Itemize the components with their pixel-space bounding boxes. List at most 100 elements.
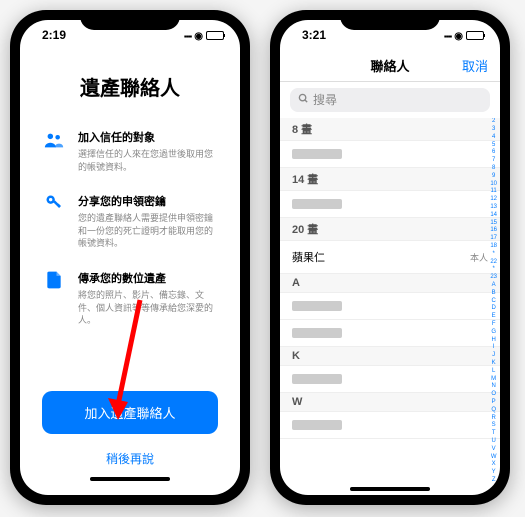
index-letter[interactable]: W — [490, 454, 497, 462]
index-letter[interactable]: F — [490, 321, 497, 329]
index-letter[interactable]: 22 — [490, 259, 497, 267]
status-icons — [184, 28, 224, 42]
feature-item: 分享您的申領密鑰 您的遺產聯絡人需要提供申領密鑰和一份您的死亡證明才能取用您的帳… — [42, 193, 218, 250]
index-letter[interactable]: R — [490, 415, 497, 423]
index-letter[interactable]: I — [490, 344, 497, 352]
content: 遺產聯絡人 加入信任的對象 選擇信任的人來在您過世後取用您的帳號資料。 — [20, 50, 240, 495]
section-header: W — [280, 393, 500, 412]
cancel-button[interactable]: 取消 — [462, 56, 488, 75]
feature-desc: 您的遺產聯絡人需要提供申領密鑰和一份您的死亡證明才能取用您的帳號資料。 — [78, 212, 218, 250]
index-letter[interactable]: 6 — [490, 149, 497, 157]
index-letter[interactable]: M — [490, 376, 497, 384]
index-letter[interactable]: 11 — [490, 188, 497, 196]
index-letter[interactable]: 7 — [490, 157, 497, 165]
contact-row[interactable] — [280, 320, 500, 347]
index-letter[interactable]: 14 — [490, 212, 497, 220]
contact-row[interactable] — [280, 293, 500, 320]
notch — [340, 10, 440, 30]
index-letter[interactable]: P — [490, 399, 497, 407]
contact-row[interactable] — [280, 141, 500, 168]
index-letter[interactable]: B — [490, 290, 497, 298]
phone-left: 2:19 遺產聯絡人 加入信任的對象 選擇信任的人來在您過世後取用您的帳號資料。 — [10, 10, 250, 505]
index-letter[interactable]: Y — [490, 469, 497, 477]
index-letter[interactable]: Q — [490, 407, 497, 415]
index-letter[interactable]: 10 — [490, 181, 497, 189]
contact-row[interactable]: 蘋果仁 本人 — [280, 241, 500, 274]
index-letter[interactable]: N — [490, 383, 497, 391]
index-letter[interactable]: 16 — [490, 227, 497, 235]
page-title: 遺產聯絡人 — [42, 72, 218, 101]
contact-name-redacted — [292, 420, 342, 430]
index-letter[interactable]: Z — [490, 477, 497, 485]
index-letter[interactable]: O — [490, 391, 497, 399]
index-letter[interactable]: X — [490, 461, 497, 469]
contact-name-redacted — [292, 301, 342, 311]
index-letter[interactable]: 17 — [490, 235, 497, 243]
nav-bar: 聯絡人 取消 — [280, 50, 500, 82]
contact-list[interactable]: 8 畫14 畫20 畫蘋果仁本人AKW 12345678910111213141… — [280, 118, 500, 485]
later-button[interactable]: 稍後再說 — [42, 442, 218, 475]
section-header: K — [280, 347, 500, 366]
battery-icon — [206, 31, 224, 40]
home-indicator — [350, 487, 430, 491]
search-input[interactable] — [313, 93, 482, 107]
index-letter[interactable]: C — [490, 298, 497, 306]
contact-row[interactable] — [280, 191, 500, 218]
status-time: 3:21 — [296, 28, 326, 42]
index-letter[interactable]: 4 — [490, 134, 497, 142]
index-letter[interactable]: 2 — [490, 118, 497, 126]
add-legacy-contact-button[interactable]: 加入遺產聯絡人 — [42, 391, 218, 434]
home-indicator — [90, 477, 170, 481]
index-letter[interactable]: J — [490, 352, 497, 360]
contact-row[interactable] — [280, 366, 500, 393]
phone-right: 3:21 聯絡人 取消 8 畫 14 畫 20 畫蘋果仁 本人 A K W 12 345678… — [270, 10, 510, 505]
index-letter[interactable]: V — [490, 446, 497, 454]
signal-icon — [184, 28, 191, 42]
index-letter[interactable]: S — [490, 422, 497, 430]
contact-name-text: 蘋果仁 — [292, 249, 325, 265]
contact-sections: 8 畫 14 畫 20 畫蘋果仁 本人 A K W — [280, 118, 500, 439]
index-letter[interactable]: K — [490, 360, 497, 368]
nav-title: 聯絡人 — [370, 56, 409, 75]
index-letter[interactable]: E — [490, 313, 497, 321]
index-letter[interactable]: D — [490, 305, 497, 313]
index-letter[interactable]: G — [490, 329, 497, 337]
wifi-icon — [454, 28, 463, 42]
index-letter[interactable]: 3 — [490, 126, 497, 134]
index-bar[interactable]: 123456789101112131415161718*22*23 ABCDEF… — [488, 118, 499, 485]
contact-row[interactable] — [280, 412, 500, 439]
index-letter[interactable]: A — [490, 282, 497, 290]
index-letter[interactable]: * — [490, 251, 497, 259]
section-header: A — [280, 274, 500, 293]
index-letter[interactable]: L — [490, 368, 497, 376]
index-letter[interactable]: H — [490, 337, 497, 345]
contact-name-redacted — [292, 199, 342, 209]
search-bar[interactable] — [290, 88, 490, 112]
index-letter[interactable]: 23 — [490, 274, 497, 282]
index-letter[interactable]: * — [490, 266, 497, 274]
index-letter[interactable]: 9 — [490, 173, 497, 181]
index-letter[interactable]: 5 — [490, 142, 497, 150]
contact-name-redacted — [292, 149, 342, 159]
contact-tag: 本人 — [470, 251, 488, 264]
feature-title: 分享您的申領密鑰 — [78, 193, 218, 209]
index-letter[interactable]: T — [490, 430, 497, 438]
section-header: 20 畫 — [280, 218, 500, 241]
section-header: 8 畫 — [280, 118, 500, 141]
index-letter[interactable]: 15 — [490, 220, 497, 228]
wifi-icon — [194, 28, 203, 42]
index-letter[interactable]: 13 — [490, 204, 497, 212]
feature-item: 傳承您的數位遺產 將您的照片、影片、備忘錄、文件、個人資訊等等傳承給您深愛的人。 — [42, 270, 218, 327]
index-letter[interactable]: 8 — [490, 165, 497, 173]
index-letter[interactable]: 18 — [490, 243, 497, 251]
search-icon — [298, 93, 309, 107]
feature-desc: 將您的照片、影片、備忘錄、文件、個人資訊等等傳承給您深愛的人。 — [78, 289, 218, 327]
index-letter[interactable]: 12 — [490, 196, 497, 204]
index-letter[interactable]: U — [490, 438, 497, 446]
contact-name-redacted — [292, 374, 342, 384]
section-header: 14 畫 — [280, 168, 500, 191]
screen-right: 3:21 聯絡人 取消 8 畫 14 畫 20 畫蘋果仁 本人 A K W 12 345678… — [280, 20, 500, 495]
notch — [80, 10, 180, 30]
screen-left: 2:19 遺產聯絡人 加入信任的對象 選擇信任的人來在您過世後取用您的帳號資料。 — [20, 20, 240, 495]
feature-title: 加入信任的對象 — [78, 129, 218, 145]
